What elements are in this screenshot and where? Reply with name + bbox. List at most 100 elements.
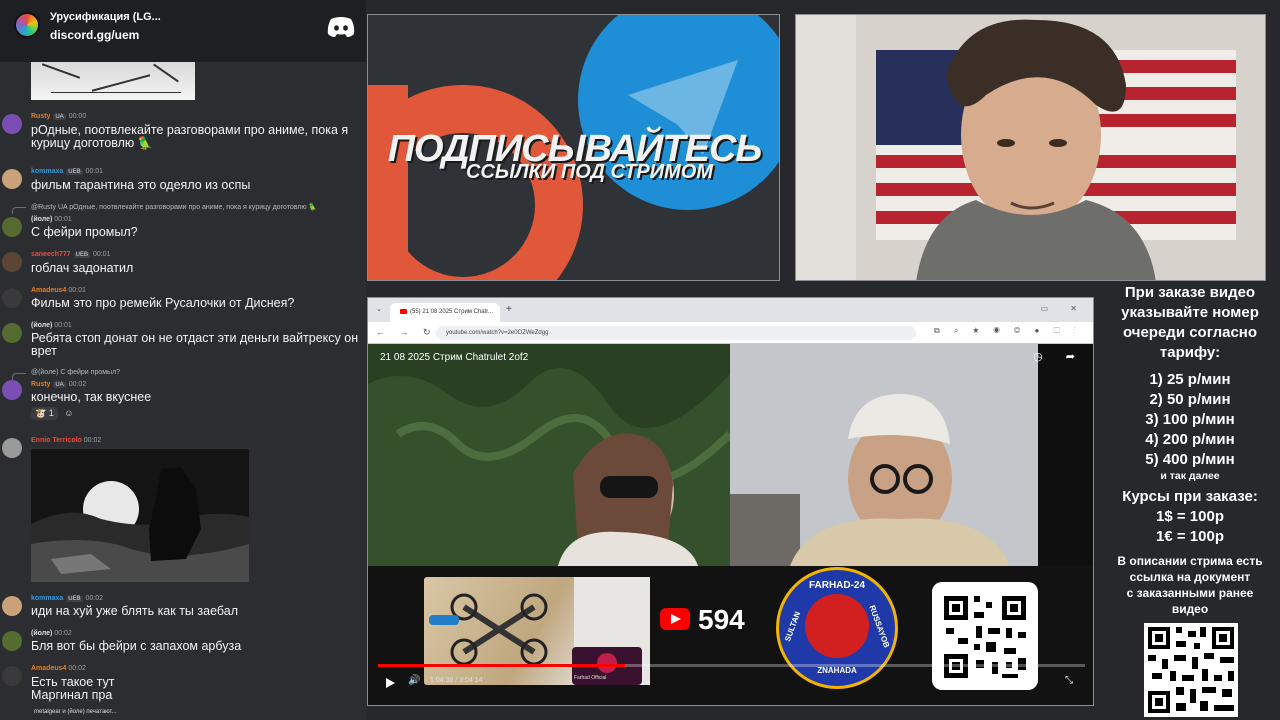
tab-list-icon[interactable]: ⌄ bbox=[376, 305, 382, 313]
message-meta: (йоле) 00:01 bbox=[31, 216, 72, 223]
timestamp: 00:01 bbox=[54, 216, 72, 223]
avatar[interactable] bbox=[2, 666, 22, 686]
info-order-line: тарифу: bbox=[1159, 344, 1221, 361]
message-meta: kommaxa UEB 00:01 bbox=[31, 168, 103, 175]
tariff-line: 1) 25 р/мин bbox=[1149, 371, 1231, 388]
video-chatroulette-right-feed bbox=[730, 344, 1038, 566]
chat-header: Урусификация (LG... discord.gg/uem bbox=[0, 0, 366, 62]
timestamp: 00:02 bbox=[68, 381, 87, 388]
reaction-row: 🐮 1 ☺ bbox=[31, 407, 73, 420]
username[interactable]: saneech777 bbox=[31, 251, 71, 258]
play-button[interactable] bbox=[386, 678, 395, 688]
navigation-buttons[interactable]: ← → ↻ bbox=[376, 327, 437, 338]
avatar[interactable] bbox=[2, 380, 22, 400]
username[interactable]: kommaxa bbox=[31, 168, 63, 175]
browser-window-capture: ⌄ (55) 21 08 2025 Стрим Chatr... + ▭ ✕ ←… bbox=[367, 297, 1094, 706]
username[interactable]: Amadeus4 bbox=[31, 665, 66, 672]
reply-preview[interactable]: @(йоле) С фейри промыл? bbox=[31, 369, 120, 376]
user-badge: UA bbox=[53, 382, 66, 388]
user-badge: UEB bbox=[66, 596, 83, 602]
rate-line: 1€ = 100р bbox=[1156, 528, 1224, 545]
youtube-video-player[interactable]: Farhad Official 594 FARHAD-24 SULTAN RUS… bbox=[368, 344, 1093, 705]
message-text: С фейри промыл? bbox=[31, 225, 138, 239]
username[interactable]: Rusty bbox=[31, 113, 50, 120]
avatar[interactable] bbox=[2, 217, 22, 237]
message-meta: kommaxa UEB 00:02 bbox=[31, 595, 103, 602]
farhad-badge: FARHAD-24 SULTAN RUSSAYOB ZNAHADA bbox=[776, 567, 898, 689]
server-icon[interactable] bbox=[14, 12, 40, 38]
server-invite-link[interactable]: discord.gg/uem bbox=[50, 28, 139, 42]
attachment-image-berserk[interactable] bbox=[31, 449, 249, 582]
user-badge: UA bbox=[53, 114, 66, 120]
reply-preview[interactable]: @Rusty UA рОдные, поотвлекайте разговора… bbox=[31, 203, 317, 211]
tariff-line: 3) 100 р/мин bbox=[1145, 411, 1235, 428]
discord-icon bbox=[327, 17, 355, 37]
drone-thumbnail[interactable]: Farhad Official bbox=[424, 577, 650, 685]
rate-line: 1$ = 100р bbox=[1156, 508, 1224, 525]
message-text: фильм тарантина это одеяло из оспы bbox=[31, 178, 251, 192]
discord-chat-overlay: Урусификация (LG... discord.gg/uem Rusty… bbox=[0, 0, 366, 720]
info-note-line: ссылка на документ bbox=[1129, 570, 1251, 584]
video-top-icons[interactable]: ◷ ➦ bbox=[1033, 350, 1085, 363]
username[interactable]: (йоле) bbox=[31, 216, 52, 223]
video-title[interactable]: 21 08 2025 Стрим Chatrulet 2of2 bbox=[380, 352, 528, 363]
subscribe-promo-panel: ПОДПИСЫВАЙТЕСЬ ССЫЛКИ ПОД СТРИМОМ bbox=[367, 14, 780, 281]
username[interactable]: kommaxa bbox=[31, 595, 63, 602]
avatar[interactable] bbox=[2, 169, 22, 189]
message-text: Бля вот бы фейри с запахом арбуза bbox=[31, 639, 242, 653]
extension-icons[interactable]: ⧉ ⌕ ★ ◉ ◎ ● ⬚ ⋮ bbox=[934, 326, 1082, 336]
username[interactable]: (йоле) bbox=[31, 322, 52, 329]
player-right-controls[interactable]: ▭ ⚙ ⧉ ⤡ bbox=[959, 675, 1085, 686]
tariff-line: 5) 400 р/мин bbox=[1145, 451, 1235, 468]
avatar[interactable] bbox=[2, 596, 22, 616]
badge-left-text: SULTAN bbox=[783, 610, 803, 643]
attachment-image-manga-top[interactable] bbox=[31, 62, 195, 100]
server-name: Урусификация (LG... bbox=[50, 11, 161, 23]
window-controls[interactable]: ▭ ✕ bbox=[1041, 304, 1087, 313]
volume-icon[interactable]: 🔊 bbox=[408, 675, 420, 686]
add-reaction-icon[interactable]: ☺ bbox=[64, 408, 73, 418]
message-meta: Amadeus4 00:01 bbox=[31, 287, 86, 294]
reaction-count: 1 bbox=[48, 408, 54, 418]
timestamp: 00:02 bbox=[68, 665, 86, 672]
video-chatroulette-left-feed bbox=[368, 344, 730, 566]
avatar[interactable] bbox=[2, 323, 22, 343]
browser-tab[interactable]: (55) 21 08 2025 Стрим Chatr... bbox=[390, 303, 500, 322]
avatar[interactable] bbox=[2, 114, 22, 134]
avatar[interactable] bbox=[2, 288, 22, 308]
info-note-line: с заказанными ранее bbox=[1126, 586, 1254, 600]
stream-layout: Урусификация (LG... discord.gg/uem Rusty… bbox=[0, 0, 1280, 720]
message-text: иди на хуй уже блять как ты заебал bbox=[31, 604, 238, 618]
url-input[interactable]: youtube.com/watch?v=2e0OZWeZdgg bbox=[436, 326, 916, 340]
document-qr-code[interactable] bbox=[1144, 623, 1238, 717]
player-controls: 🔊 1:04:36 / 3:04:14 ▭ ⚙ ⧉ ⤡ bbox=[368, 672, 1093, 702]
message-text: гоблач задонатил bbox=[31, 261, 134, 275]
info-note-line: В описании стрима есть bbox=[1117, 554, 1263, 568]
username[interactable]: (йоле) bbox=[31, 630, 52, 637]
message-meta: Amadeus4 00:02 bbox=[31, 665, 86, 672]
new-tab-button[interactable]: + bbox=[506, 304, 512, 315]
youtube-favicon-icon bbox=[400, 309, 407, 314]
timestamp: 00:01 bbox=[54, 322, 72, 329]
avatar[interactable] bbox=[2, 438, 22, 458]
message-meta: Rusty UA 00:00 bbox=[31, 113, 86, 120]
order-info-panel: При заказе видео указывайте номер очеред… bbox=[1100, 283, 1280, 720]
video-progress-bar[interactable] bbox=[378, 664, 1085, 667]
message-text: Ребята стоп донат он не отдаст эти деньг… bbox=[31, 331, 359, 358]
username[interactable]: Rusty bbox=[31, 381, 50, 388]
message-meta: Rusty UA 00:02 bbox=[31, 381, 86, 388]
subscriber-count: 594 bbox=[698, 604, 745, 635]
avatar[interactable] bbox=[2, 252, 22, 272]
time-display: 1:04:36 / 3:04:14 bbox=[430, 677, 483, 684]
message-text: рОдные, поотвлекайте разговорами про ани… bbox=[31, 123, 349, 150]
avatar[interactable] bbox=[2, 631, 22, 651]
username[interactable]: Amadeus4 bbox=[31, 287, 66, 294]
username[interactable]: Ennio Terricolo bbox=[31, 437, 82, 444]
badge-right-text: RUSSAYOB bbox=[867, 604, 892, 649]
info-order-line: очереди согласно bbox=[1122, 324, 1258, 341]
progress-fill bbox=[378, 664, 626, 667]
reaction-pill[interactable]: 🐮 1 bbox=[31, 407, 58, 420]
sleep-mask bbox=[600, 476, 658, 498]
timestamp: 00:02 bbox=[54, 630, 72, 637]
message-meta: (йоле) 00:02 bbox=[31, 630, 72, 637]
